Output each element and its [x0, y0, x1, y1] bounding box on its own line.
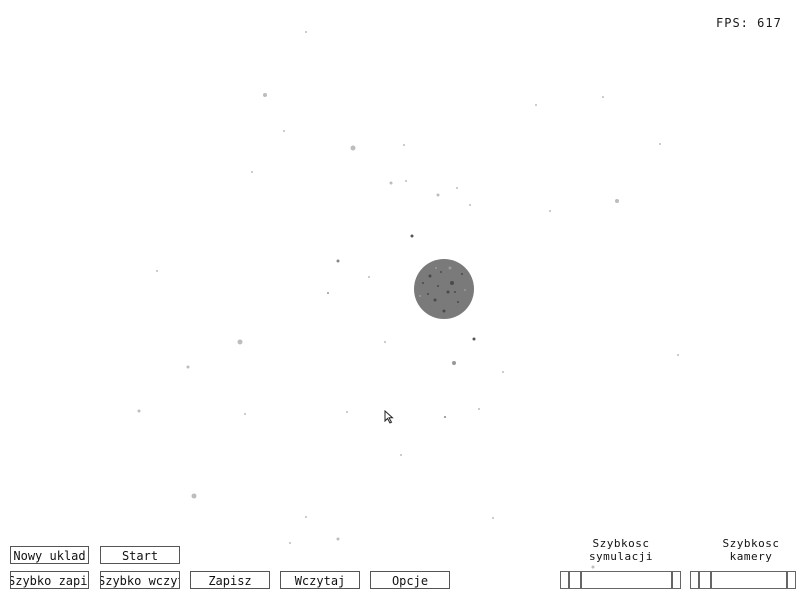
star — [251, 171, 253, 173]
star — [456, 187, 458, 189]
star — [400, 454, 402, 456]
camera-speed-slider-left-cap[interactable] — [690, 571, 699, 589]
load-button[interactable]: Wczytaj — [280, 571, 360, 589]
star — [492, 517, 494, 519]
sim-speed-slider-right-cap[interactable] — [672, 571, 681, 589]
star — [305, 31, 307, 33]
camera-speed-slider[interactable] — [690, 571, 796, 589]
starfield — [137, 31, 679, 569]
sim-speed-slider-left-cap[interactable] — [560, 571, 569, 589]
options-button[interactable]: Opcje — [370, 571, 450, 589]
star — [336, 537, 340, 541]
sim-speed-slider-handle[interactable] — [569, 571, 581, 589]
fps-counter: FPS: 617 — [716, 16, 782, 30]
star — [384, 341, 386, 343]
star — [535, 104, 537, 106]
star — [549, 210, 551, 212]
quick-load-button[interactable]: Szybko wczytaj — [100, 571, 180, 589]
star — [405, 180, 407, 182]
star — [350, 145, 356, 151]
camera-speed-slider-handle[interactable] — [699, 571, 711, 589]
camera-speed-label-line1: Szybkosc — [722, 537, 780, 550]
planet-icon[interactable] — [414, 259, 474, 319]
star — [444, 416, 446, 418]
camera-speed-label: Szybkosc kamery — [701, 537, 800, 563]
star — [659, 143, 661, 145]
star — [263, 93, 267, 97]
star — [283, 130, 285, 132]
new-system-button[interactable]: Nowy uklad — [10, 546, 89, 564]
star — [137, 409, 141, 413]
star — [469, 204, 471, 206]
star — [244, 413, 246, 415]
camera-speed-slider-right-cap[interactable] — [787, 571, 796, 589]
star — [327, 292, 329, 294]
sim-speed-slider[interactable] — [560, 571, 681, 589]
star — [472, 337, 476, 341]
star — [452, 361, 456, 365]
simulation-viewport[interactable]: FPS: 617 Nowy uklad Start Szybko zapi sz … — [0, 0, 800, 600]
mouse-cursor-icon — [384, 410, 394, 424]
save-button[interactable]: Zapisz — [190, 571, 270, 589]
star — [389, 181, 393, 185]
star — [615, 199, 619, 203]
sim-speed-label-line2: symulacji — [588, 550, 654, 563]
star — [436, 193, 440, 197]
star — [346, 411, 348, 413]
star — [403, 144, 405, 146]
sim-speed-label-line1: Szybkosc — [592, 537, 650, 550]
star — [602, 96, 604, 98]
star — [478, 408, 480, 410]
star — [237, 339, 243, 345]
sim-speed-label: Szybkosc symulacji — [571, 537, 671, 563]
star — [410, 234, 414, 238]
camera-speed-slider-track[interactable] — [711, 571, 787, 589]
star — [156, 270, 158, 272]
sim-speed-slider-track[interactable] — [581, 571, 672, 589]
star — [305, 516, 307, 518]
star — [677, 354, 679, 356]
star — [368, 276, 370, 278]
quick-save-button[interactable]: Szybko zapisz — [10, 571, 89, 589]
star — [502, 371, 504, 373]
stars — [137, 31, 679, 569]
star — [591, 565, 595, 569]
camera-speed-label-line2: kamery — [729, 550, 773, 563]
start-button[interactable]: Start — [100, 546, 180, 564]
star — [191, 493, 197, 499]
star — [289, 542, 291, 544]
star — [186, 365, 190, 369]
star — [336, 259, 340, 263]
